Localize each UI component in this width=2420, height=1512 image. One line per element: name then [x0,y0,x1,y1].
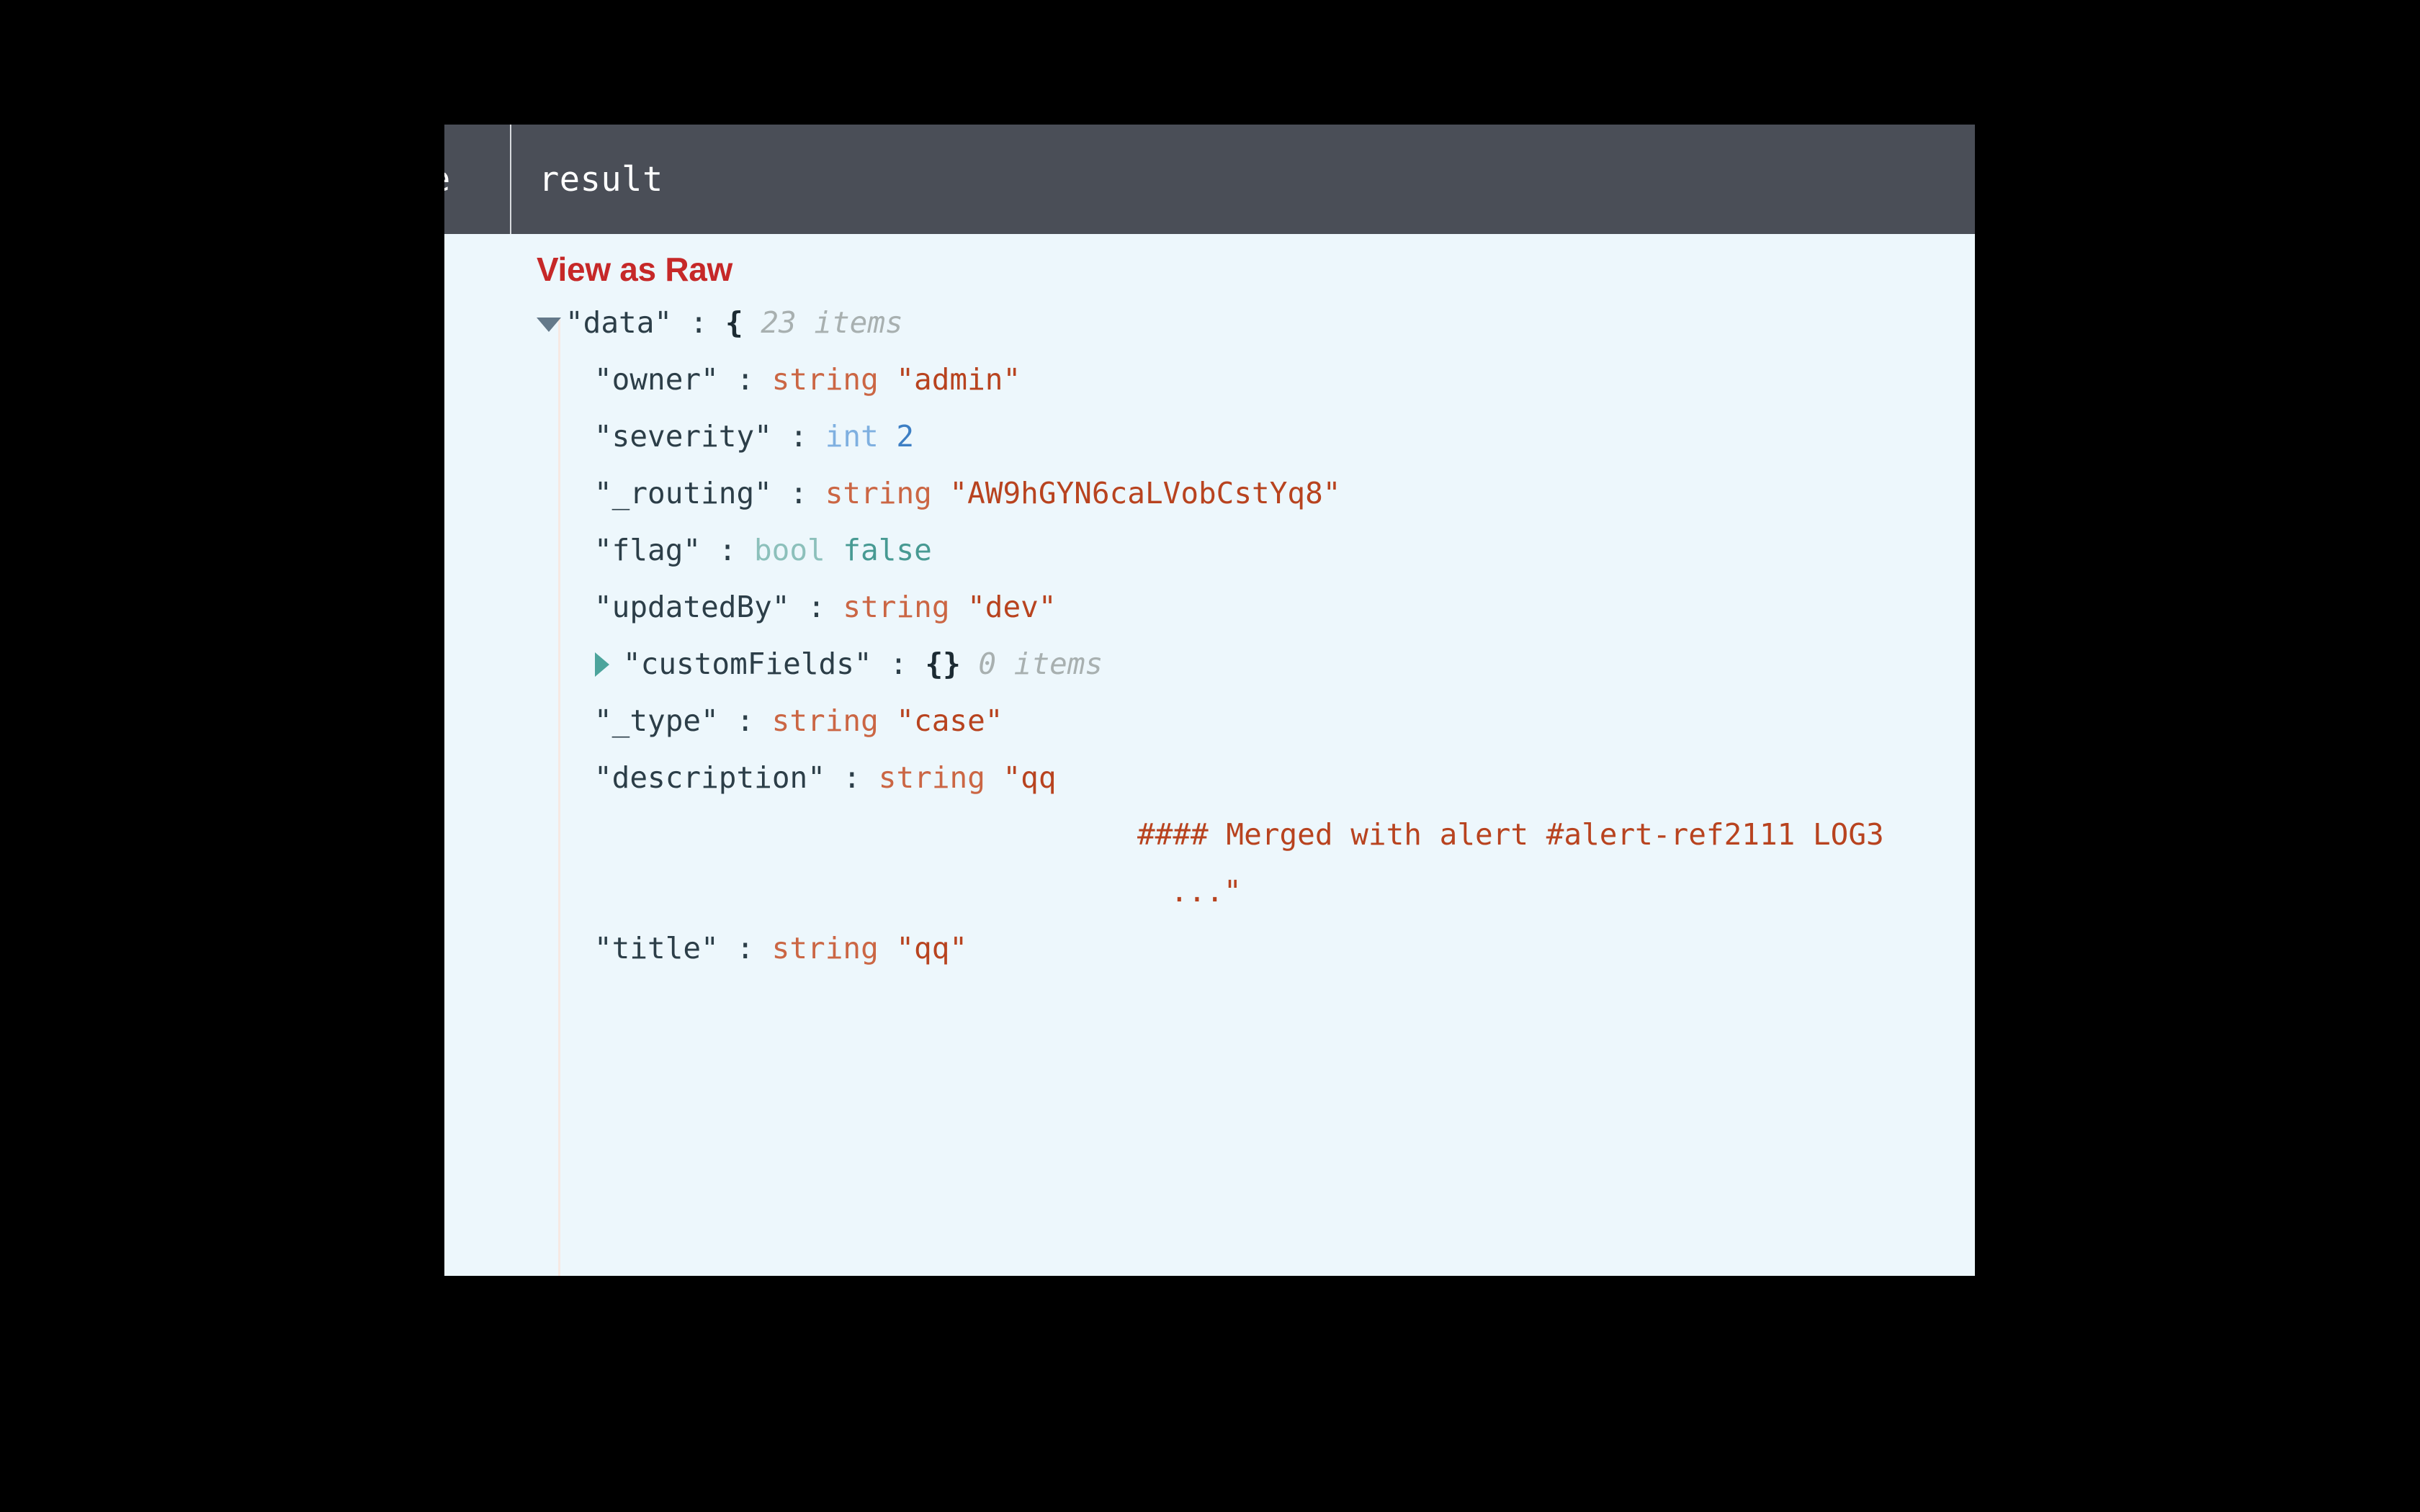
json-colon: : [889,647,908,681]
tab-result[interactable]: result [511,125,692,234]
json-key: "title" [594,931,719,966]
json-type: bool [753,533,825,567]
json-key: "updatedBy" [594,590,790,624]
json-value-continuation: ..." [1170,874,1242,909]
json-type: int [825,419,879,454]
json-colon: : [736,703,755,738]
json-value: "dev" [967,590,1057,624]
json-type: string [771,703,879,738]
json-row-customfields[interactable]: "customFields": {} 0 items [444,636,1975,693]
json-brace: { [725,305,743,340]
view-as-raw-link[interactable]: View as Raw [537,250,732,289]
json-key: "data" [565,305,673,340]
json-colon: : [789,476,808,510]
json-row-description-cont-1: #### Merged with alert #alert-ref2111 LO… [444,806,1975,863]
json-colon: : [843,760,861,795]
json-colon: : [689,305,708,340]
json-key: "description" [594,760,825,795]
json-value: "admin" [896,362,1021,397]
json-key: "owner" [594,362,719,397]
json-key: "severity" [594,419,772,454]
json-row-severity[interactable]: "severity": int 2 [444,408,1975,465]
json-value-continuation: #### Merged with alert #alert-ref2111 LO… [1137,817,1884,852]
json-type: string [825,476,932,510]
json-row-description-cont-2: ..." [444,863,1975,920]
json-value: "qq" [896,931,968,966]
tab-truncated[interactable]: e [444,125,510,234]
json-row-type[interactable]: "_type": string "case" [444,693,1975,750]
json-colon: : [807,590,825,624]
json-key: "flag" [594,533,702,567]
json-colon: : [736,362,755,397]
json-item-count: 0 items [978,647,1103,681]
json-viewer-body: View as Raw "data": {23 items "owner": str… [444,234,1975,1276]
json-key: "_type" [594,703,719,738]
json-brace: {} [925,647,961,681]
json-row-flag[interactable]: "flag": bool false [444,522,1975,579]
json-value: 2 [896,419,915,454]
json-type: string [843,590,950,624]
json-value: "qq [1003,760,1057,795]
json-type: string [771,931,879,966]
json-colon: : [736,931,755,966]
json-row-data[interactable]: "data": {23 items [444,294,1975,351]
json-row-updatedby[interactable]: "updatedBy": string "dev" [444,579,1975,636]
json-key: "_routing" [594,476,772,510]
json-value: "AW9hGYN6caLVobCstYq8" [949,476,1341,510]
caret-right-icon[interactable] [595,652,609,677]
json-row-title[interactable]: "title": string "qq" [444,920,1975,977]
json-tree: "data": {23 items "owner": string "admin" "… [444,294,1975,977]
json-item-count: 23 items [761,305,903,340]
json-row-owner[interactable]: "owner": string "admin" [444,351,1975,408]
json-row-description[interactable]: "description": string "qq [444,750,1975,806]
tab-truncated-label: e [444,160,451,199]
json-colon: : [718,533,737,567]
json-row-routing[interactable]: "_routing": string "AW9hGYN6caLVobCstYq8" [444,465,1975,522]
tab-result-label: result [539,159,663,199]
json-type: string [771,362,879,397]
json-value: "case" [896,703,1003,738]
json-value: false [843,533,932,567]
result-panel: e result View as Raw "data": {23 items "o… [444,125,1975,1276]
json-type: string [878,760,985,795]
tab-bar: e result [444,125,1975,234]
json-key: "customFields" [623,647,872,681]
json-colon: : [789,419,808,454]
caret-down-icon[interactable] [537,317,561,332]
